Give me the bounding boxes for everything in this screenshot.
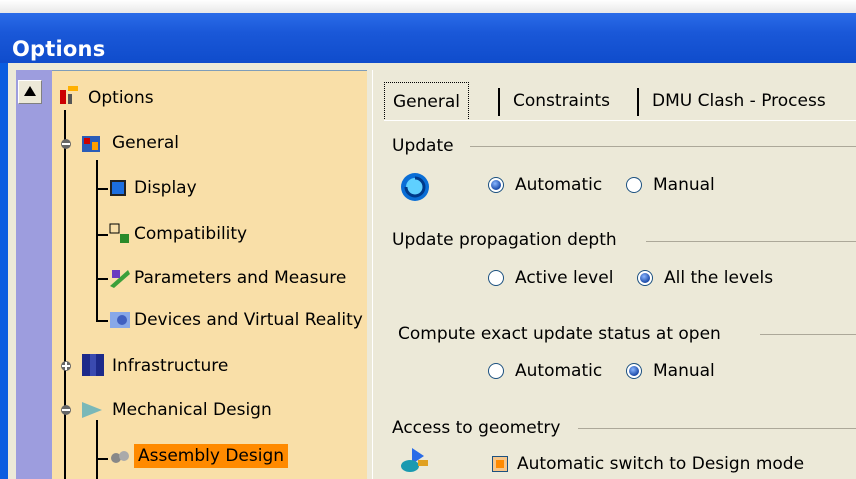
all-levels-radio[interactable] (637, 270, 653, 286)
options-tree-icon (58, 84, 82, 108)
update-manual-radio[interactable] (626, 177, 642, 193)
expand-node-icon[interactable] (58, 354, 82, 378)
tree-line (96, 420, 98, 479)
exact-automatic-radio[interactable] (488, 363, 504, 379)
exact-manual-label[interactable]: Manual (653, 361, 715, 381)
tree-item-mechanical-design[interactable]: Mechanical Design (112, 400, 272, 420)
title-strip (0, 0, 856, 13)
up-arrow-icon (24, 86, 36, 96)
window-title: Options (12, 37, 106, 61)
tree-item-infrastructure[interactable]: Infrastructure (112, 356, 228, 376)
general-icon (80, 132, 104, 156)
expand-node-icon[interactable] (58, 398, 82, 422)
tree-item-devices[interactable]: Devices and Virtual Reality (134, 310, 363, 330)
tree-line (64, 110, 66, 479)
section-divider (470, 146, 856, 147)
infrastructure-icon (80, 352, 104, 376)
exact-manual-radio[interactable] (626, 363, 642, 379)
scroll-up-button[interactable] (18, 80, 42, 104)
exact-section-title: Compute exact update status at open (398, 324, 731, 344)
tree-item-assembly-design[interactable]: Assembly Design (134, 444, 289, 468)
tab-underline (384, 120, 856, 121)
assembly-design-icon (108, 446, 132, 470)
tab-general[interactable]: General (384, 82, 469, 119)
tab-dmu-clash[interactable]: DMU Clash - Process (644, 82, 834, 118)
tree-root-label[interactable]: Options (88, 88, 154, 108)
section-divider (646, 241, 856, 242)
options-window: Options Options General Display Compatib… (0, 0, 856, 479)
devices-icon (108, 308, 132, 332)
all-levels-label[interactable]: All the levels (664, 268, 773, 288)
section-divider (578, 428, 856, 429)
display-icon (108, 176, 132, 200)
tree-line (96, 188, 108, 190)
tab-separator (498, 88, 500, 116)
propagation-section-title: Update propagation depth (392, 230, 627, 250)
tree-line (96, 320, 108, 322)
title-bar: Options (0, 13, 856, 63)
update-icon (398, 170, 432, 204)
design-mode-icon (398, 446, 432, 476)
tree-item-compatibility[interactable]: Compatibility (134, 224, 247, 244)
update-section-title: Update (392, 136, 464, 156)
tree-scrollbar[interactable] (16, 70, 52, 479)
expand-node-icon[interactable] (58, 132, 82, 156)
tree-line (96, 278, 108, 280)
auto-design-mode-label[interactable]: Automatic switch to Design mode (517, 454, 804, 474)
section-divider (760, 334, 856, 335)
active-level-radio[interactable] (488, 270, 504, 286)
tree-item-parameters[interactable]: Parameters and Measure (134, 268, 346, 288)
mechanical-design-icon (80, 398, 104, 422)
tab-constraints[interactable]: Constraints (505, 82, 618, 118)
tree-item-general[interactable]: General (112, 133, 179, 153)
access-section-title: Access to geometry (392, 418, 571, 438)
tab-separator (637, 88, 639, 116)
parameters-icon (108, 266, 132, 290)
auto-design-mode-checkbox[interactable] (492, 456, 508, 472)
active-level-label[interactable]: Active level (515, 268, 613, 288)
tree-line (96, 160, 98, 320)
compatibility-icon (108, 222, 132, 246)
exact-automatic-label[interactable]: Automatic (515, 361, 602, 381)
update-manual-label[interactable]: Manual (653, 175, 715, 195)
tree-line (96, 234, 108, 236)
tree-item-display[interactable]: Display (134, 178, 197, 198)
tree-line (96, 458, 108, 460)
update-automatic-label[interactable]: Automatic (515, 175, 602, 195)
update-automatic-radio[interactable] (488, 177, 504, 193)
